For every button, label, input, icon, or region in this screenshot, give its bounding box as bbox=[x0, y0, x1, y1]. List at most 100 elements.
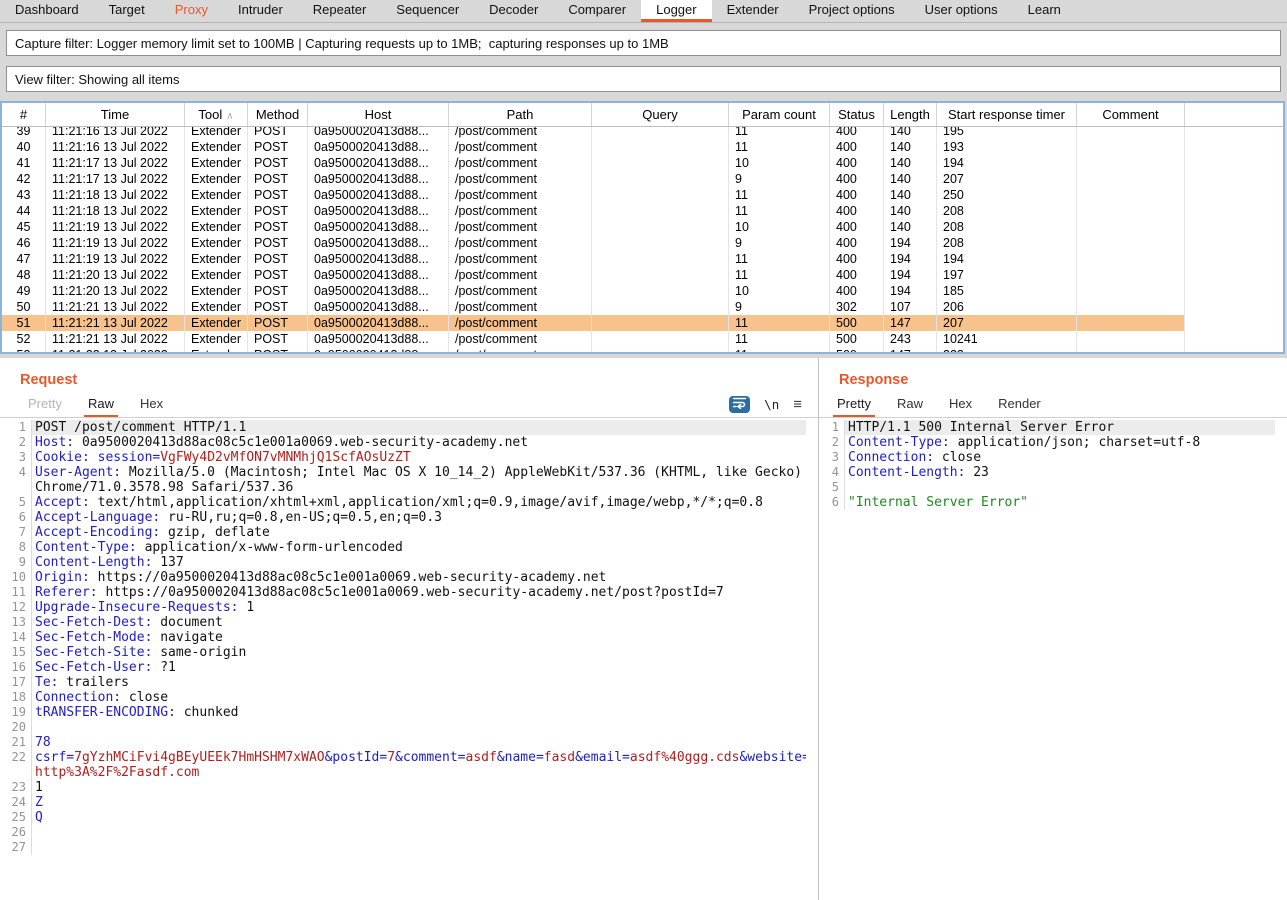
tab-dashboard[interactable]: Dashboard bbox=[0, 0, 94, 22]
cell-num: 41 bbox=[2, 155, 46, 171]
response-line: 3Connection: close bbox=[819, 450, 1275, 465]
tab-repeater[interactable]: Repeater bbox=[298, 0, 381, 22]
line-content: Upgrade-Insecure-Requests: 1 bbox=[31, 600, 806, 615]
line-content: Accept: text/html,application/xhtml+xml,… bbox=[31, 495, 806, 510]
column-header-start-response-timer[interactable]: Start response timer bbox=[937, 103, 1077, 126]
cell-tool: Extender bbox=[185, 347, 248, 354]
column-header-status[interactable]: Status bbox=[830, 103, 884, 126]
line-number: 2 bbox=[0, 435, 31, 450]
cell-param-count: 11 bbox=[729, 315, 830, 331]
line-content: 78 bbox=[31, 735, 806, 750]
newline-toggle-button[interactable]: \n bbox=[764, 397, 779, 412]
table-row-52[interactable]: 5211:21:21 13 Jul 2022ExtenderPOST0a9500… bbox=[2, 331, 1283, 347]
tab-sequencer[interactable]: Sequencer bbox=[381, 0, 474, 22]
table-row-53[interactable]: 5311:21:22 13 Jul 2022ExtenderPOST0a9500… bbox=[2, 347, 1283, 354]
cell-length: 140 bbox=[884, 171, 937, 187]
cell-query bbox=[592, 139, 729, 155]
view-filter-bar[interactable]: View filter: Showing all items bbox=[6, 66, 1281, 92]
request-line: 2Host: 0a9500020413d88ac08c5c1e001a0069.… bbox=[0, 435, 806, 450]
table-row-42[interactable]: 4211:21:17 13 Jul 2022ExtenderPOST0a9500… bbox=[2, 171, 1283, 187]
request-line: 6Accept-Language: ru-RU,ru;q=0.8,en-US;q… bbox=[0, 510, 806, 525]
response-editor[interactable]: 1HTTP/1.1 500 Internal Server Error2Cont… bbox=[819, 420, 1275, 900]
line-number: 25 bbox=[0, 810, 31, 825]
tab-extender[interactable]: Extender bbox=[712, 0, 794, 22]
request-line: 15Sec-Fetch-Site: same-origin bbox=[0, 645, 806, 660]
tab-project-options[interactable]: Project options bbox=[794, 0, 910, 22]
capture-filter-bar[interactable]: Capture filter: Logger memory limit set … bbox=[6, 30, 1281, 56]
cell-method: POST bbox=[248, 347, 308, 354]
cell-time: 11:21:19 13 Jul 2022 bbox=[46, 251, 185, 267]
table-row-51[interactable]: 5111:21:21 13 Jul 2022ExtenderPOST0a9500… bbox=[2, 315, 1283, 331]
table-row-48[interactable]: 4811:21:20 13 Jul 2022ExtenderPOST0a9500… bbox=[2, 267, 1283, 283]
line-number bbox=[0, 480, 31, 495]
line-number: 4 bbox=[0, 465, 31, 480]
wrap-toggle-button[interactable] bbox=[729, 396, 750, 413]
response-tab-raw[interactable]: Raw bbox=[893, 393, 927, 417]
request-tab-hex[interactable]: Hex bbox=[136, 393, 167, 417]
cell-start-response-timer: 207 bbox=[937, 171, 1077, 187]
table-row-40[interactable]: 4011:21:16 13 Jul 2022ExtenderPOST0a9500… bbox=[2, 139, 1283, 155]
request-line: 11Referer: https://0a9500020413d88ac08c5… bbox=[0, 585, 806, 600]
cell-time: 11:21:19 13 Jul 2022 bbox=[46, 219, 185, 235]
cell-status: 302 bbox=[830, 299, 884, 315]
column-header-comment[interactable]: Comment bbox=[1077, 103, 1185, 126]
column-header-length[interactable]: Length bbox=[884, 103, 937, 126]
request-editor[interactable]: 1POST /post/comment HTTP/1.12Host: 0a950… bbox=[0, 420, 806, 900]
column-header-host[interactable]: Host bbox=[308, 103, 449, 126]
table-row-43[interactable]: 4311:21:18 13 Jul 2022ExtenderPOST0a9500… bbox=[2, 187, 1283, 203]
cell-query bbox=[592, 171, 729, 187]
tab-decoder[interactable]: Decoder bbox=[474, 0, 553, 22]
table-row-47[interactable]: 4711:21:19 13 Jul 2022ExtenderPOST0a9500… bbox=[2, 251, 1283, 267]
tab-learn[interactable]: Learn bbox=[1013, 0, 1076, 22]
response-tab-hex[interactable]: Hex bbox=[945, 393, 976, 417]
cell-method: POST bbox=[248, 219, 308, 235]
request-line: 16Sec-Fetch-User: ?1 bbox=[0, 660, 806, 675]
response-tab-render[interactable]: Render bbox=[994, 393, 1045, 417]
column-header-tool[interactable]: Tool∧ bbox=[185, 103, 248, 126]
tab-target[interactable]: Target bbox=[94, 0, 160, 22]
editor-menu-button[interactable]: ≡ bbox=[793, 397, 802, 412]
cell-path: /post/comment bbox=[449, 331, 592, 347]
table-row-44[interactable]: 4411:21:18 13 Jul 2022ExtenderPOST0a9500… bbox=[2, 203, 1283, 219]
tab-intruder[interactable]: Intruder bbox=[223, 0, 298, 22]
cell-host: 0a9500020413d88... bbox=[308, 331, 449, 347]
cell-host: 0a9500020413d88... bbox=[308, 219, 449, 235]
cell-status: 500 bbox=[830, 347, 884, 354]
table-row-50[interactable]: 5011:21:21 13 Jul 2022ExtenderPOST0a9500… bbox=[2, 299, 1283, 315]
request-line: 27 bbox=[0, 840, 806, 855]
table-row-49[interactable]: 4911:21:20 13 Jul 2022ExtenderPOST0a9500… bbox=[2, 283, 1283, 299]
cell-query bbox=[592, 267, 729, 283]
cell-tool: Extender bbox=[185, 187, 248, 203]
request-line: 5Accept: text/html,application/xhtml+xml… bbox=[0, 495, 806, 510]
tab-comparer[interactable]: Comparer bbox=[553, 0, 641, 22]
request-line: 4User-Agent: Mozilla/5.0 (Macintosh; Int… bbox=[0, 465, 806, 480]
cell-length: 243 bbox=[884, 331, 937, 347]
cell-status: 500 bbox=[830, 331, 884, 347]
request-line: 22csrf=7gYzhMCiFvi4gBEyUEEk7HmHSHM7xWAO&… bbox=[0, 750, 806, 765]
cell-comment bbox=[1077, 251, 1185, 267]
line-content: csrf=7gYzhMCiFvi4gBEyUEEk7HmHSHM7xWAO&po… bbox=[31, 750, 806, 765]
column-header-num[interactable]: # bbox=[2, 103, 46, 126]
cell-tool: Extender bbox=[185, 283, 248, 299]
line-content: Connection: close bbox=[31, 690, 806, 705]
cell-path: /post/comment bbox=[449, 203, 592, 219]
table-row-45[interactable]: 4511:21:19 13 Jul 2022ExtenderPOST0a9500… bbox=[2, 219, 1283, 235]
column-header-method[interactable]: Method bbox=[248, 103, 308, 126]
column-header-path[interactable]: Path bbox=[449, 103, 592, 126]
table-row-46[interactable]: 4611:21:19 13 Jul 2022ExtenderPOST0a9500… bbox=[2, 235, 1283, 251]
request-tab-raw[interactable]: Raw bbox=[84, 393, 118, 417]
cell-length: 140 bbox=[884, 155, 937, 171]
column-header-param-count[interactable]: Param count bbox=[729, 103, 830, 126]
cell-length: 194 bbox=[884, 267, 937, 283]
tab-proxy[interactable]: Proxy bbox=[160, 0, 223, 22]
tab-logger[interactable]: Logger bbox=[641, 0, 711, 22]
column-header-query[interactable]: Query bbox=[592, 103, 729, 126]
request-tabs: PrettyRawHex bbox=[0, 393, 185, 417]
tab-user-options[interactable]: User options bbox=[910, 0, 1013, 22]
cell-time: 11:21:20 13 Jul 2022 bbox=[46, 283, 185, 299]
request-line: 25Q bbox=[0, 810, 806, 825]
column-header-time[interactable]: Time bbox=[46, 103, 185, 126]
line-content: Connection: close bbox=[844, 450, 1275, 465]
response-tab-pretty[interactable]: Pretty bbox=[833, 393, 875, 417]
table-row-41[interactable]: 4111:21:17 13 Jul 2022ExtenderPOST0a9500… bbox=[2, 155, 1283, 171]
